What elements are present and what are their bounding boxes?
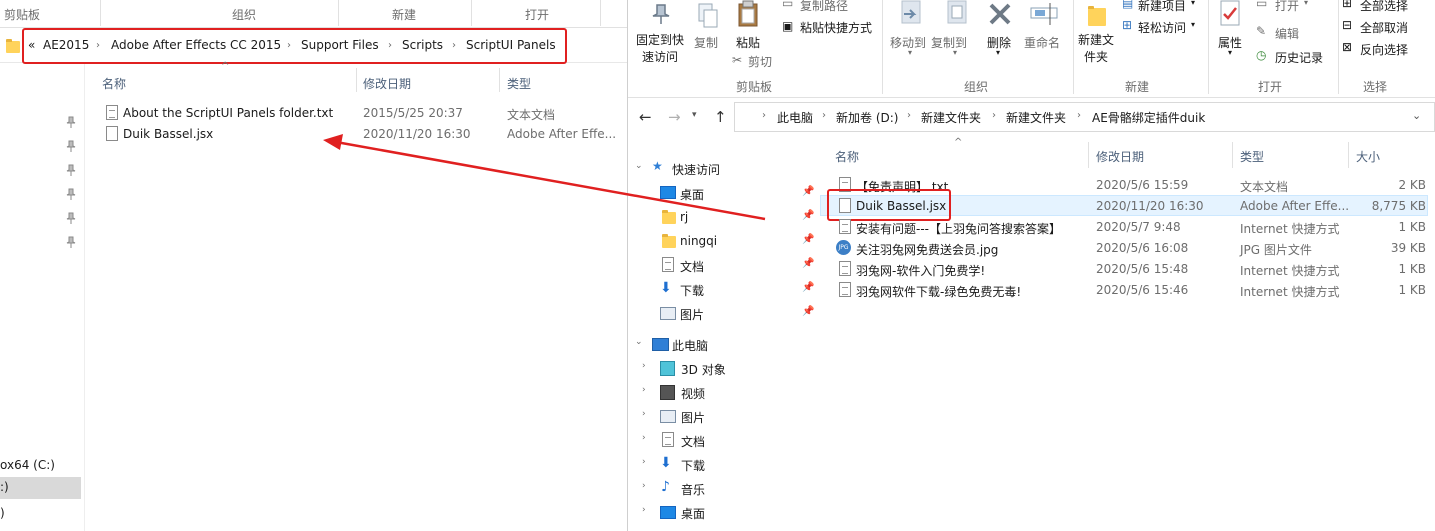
annotation-arrow — [323, 134, 766, 221]
